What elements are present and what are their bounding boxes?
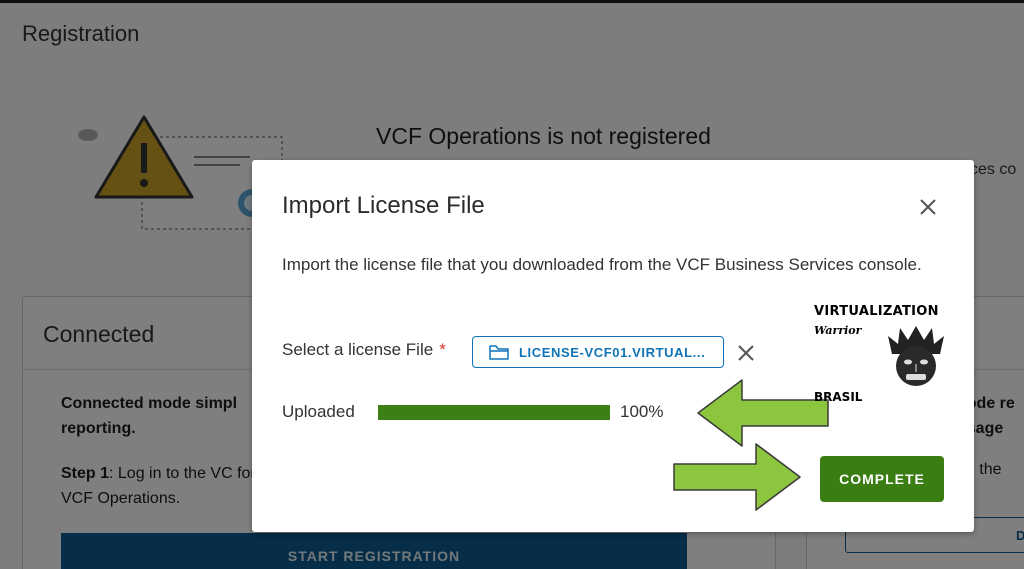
file-select-label: Select a license File * (282, 340, 446, 360)
file-select-label-text: Select a license File (282, 340, 434, 359)
upload-progress-value: 100% (620, 402, 664, 421)
watermark-line1: VIRTUALIZATION (814, 304, 939, 319)
watermark-line3: BRASIL (814, 390, 863, 404)
upload-status-label: Uploaded (282, 402, 355, 421)
watermark-line2: Warrior (814, 324, 862, 337)
remove-file-icon[interactable] (736, 343, 756, 363)
upload-progress-fill (378, 405, 610, 420)
warrior-face-icon (888, 326, 944, 386)
close-icon[interactable] (916, 195, 940, 219)
watermark-logo: VIRTUALIZATION Warrior BRASIL (812, 300, 952, 410)
modal-description: Import the license file that you downloa… (282, 255, 922, 274)
required-marker: * (439, 340, 446, 359)
license-file-name: LICENSE-VCF01.VIRTUAL... (519, 344, 706, 360)
folder-icon (489, 345, 509, 360)
license-file-button[interactable]: LICENSE-VCF01.VIRTUAL... (472, 336, 724, 368)
upload-progress-bar (378, 405, 610, 420)
complete-button[interactable]: COMPLETE (820, 456, 944, 502)
modal-title: Import License File (282, 192, 485, 219)
